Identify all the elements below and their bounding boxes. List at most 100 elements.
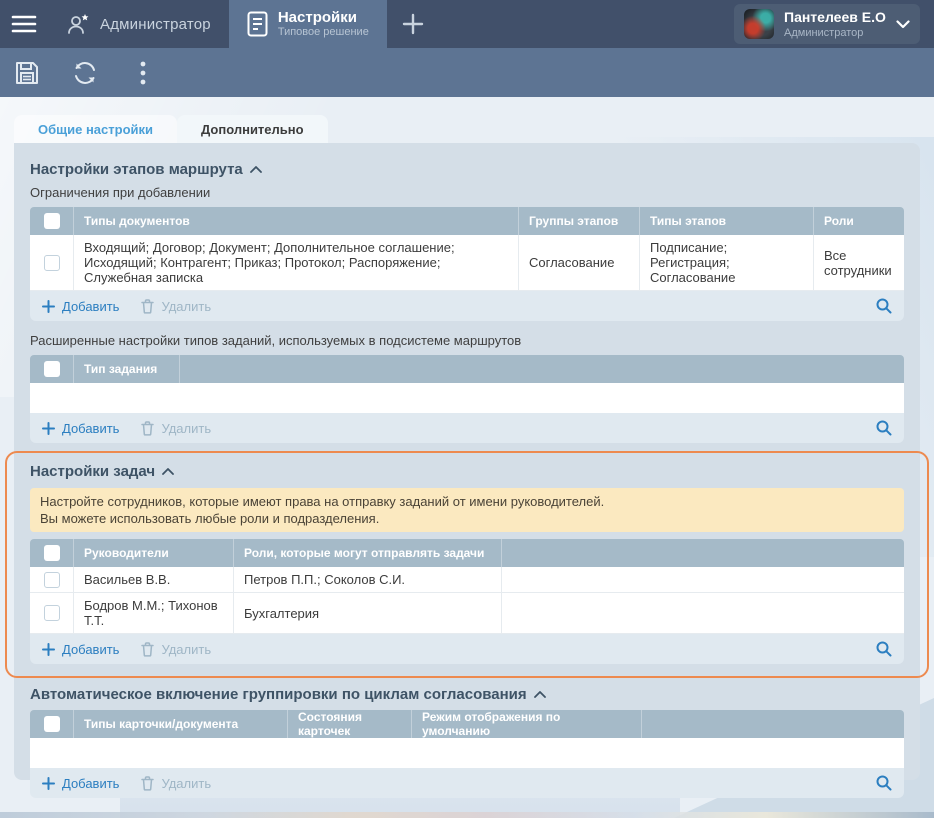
- refresh-button[interactable]: [68, 56, 102, 90]
- tab-general-settings[interactable]: Общие настройки: [14, 115, 177, 143]
- new-tab-button[interactable]: [387, 0, 439, 48]
- empty-table-body[interactable]: [30, 738, 904, 768]
- document-icon: [247, 11, 268, 37]
- save-button[interactable]: [10, 56, 44, 90]
- delete-button[interactable]: Удалить: [141, 421, 211, 436]
- table-footer: Добавить Удалить: [30, 768, 904, 798]
- select-all-checkbox[interactable]: [44, 213, 60, 229]
- plus-icon: [402, 13, 424, 35]
- tab-general-settings-label: Общие настройки: [38, 122, 153, 137]
- column-header: Режим отображения по умолчанию: [412, 710, 642, 738]
- task-types-subtitle: Расширенные настройки типов заданий, исп…: [30, 333, 904, 348]
- add-button[interactable]: Добавить: [42, 299, 119, 314]
- bottom-edge-strip: [0, 812, 934, 818]
- tasks-notice-line2: Вы можете использовать любые роли и подр…: [40, 510, 894, 527]
- search-button[interactable]: [876, 420, 892, 436]
- cell-empty: [502, 567, 904, 592]
- column-header: Типы документов: [74, 207, 519, 235]
- trash-icon: [141, 776, 154, 791]
- row-checkbox[interactable]: [44, 572, 60, 588]
- plus-icon: [42, 777, 55, 790]
- column-header: Типы этапов: [640, 207, 814, 235]
- table-header-row: Типы документов Группы этапов Типы этапо…: [30, 207, 904, 235]
- delete-button-label: Удалить: [161, 642, 211, 657]
- table-footer: Добавить Удалить: [30, 413, 904, 443]
- delete-button-label: Удалить: [161, 776, 211, 791]
- section-route-stages-header[interactable]: Настройки этапов маршрута: [30, 161, 904, 178]
- cell-stage-types: Подписание; Регистрация; Согласование: [640, 235, 814, 290]
- top-bar: Администратор Настройки Типовое решение …: [0, 0, 934, 48]
- select-all-checkbox[interactable]: [44, 545, 60, 561]
- column-header: Состояния карточек: [288, 710, 412, 738]
- add-button[interactable]: Добавить: [42, 642, 119, 657]
- person-star-icon: [66, 12, 90, 36]
- delete-button[interactable]: Удалить: [141, 642, 211, 657]
- column-header: Типы карточки/документа: [74, 710, 288, 738]
- section-route-stages-title: Настройки этапов маршрута: [30, 161, 243, 178]
- tab-administrator-label: Администратор: [100, 16, 211, 33]
- section-grouping-title: Автоматическое включение группировки по …: [30, 686, 527, 703]
- chevron-down-icon: [896, 20, 910, 29]
- cell-roles: Петров П.П.; Соколов С.И.: [234, 567, 502, 592]
- tab-additional[interactable]: Дополнительно: [177, 115, 328, 143]
- add-button-label: Добавить: [62, 776, 119, 791]
- search-button[interactable]: [876, 298, 892, 314]
- select-all-checkbox[interactable]: [44, 716, 60, 732]
- restrictions-table: Типы документов Группы этапов Типы этапо…: [30, 207, 904, 321]
- delete-button-label: Удалить: [161, 299, 211, 314]
- row-checkbox[interactable]: [44, 255, 60, 271]
- add-button[interactable]: Добавить: [42, 421, 119, 436]
- header-checkbox-cell: [30, 355, 74, 383]
- tasks-notice-line1: Настройте сотрудников, которые имеют пра…: [40, 493, 894, 510]
- row-checkbox[interactable]: [44, 605, 60, 621]
- plus-icon: [42, 643, 55, 656]
- add-button-label: Добавить: [62, 299, 119, 314]
- hamburger-icon: [11, 14, 37, 34]
- section-route-stages: Настройки этапов маршрута Ограничения пр…: [14, 161, 920, 443]
- row-checkbox-cell: [30, 567, 74, 592]
- settings-panel: Настройки этапов маршрута Ограничения пр…: [14, 143, 920, 780]
- tab-administrator[interactable]: Администратор: [48, 0, 229, 48]
- cell-managers: Васильев В.В.: [74, 567, 234, 592]
- table-row[interactable]: Входящий; Договор; Документ; Дополнитель…: [30, 235, 904, 291]
- column-header: Руководители: [74, 539, 234, 567]
- collapse-chevron-up-icon[interactable]: [534, 691, 546, 698]
- delete-button[interactable]: Удалить: [141, 776, 211, 791]
- user-menu[interactable]: Пантелеев Е.О Администратор: [734, 4, 920, 44]
- table-row[interactable]: Бодров М.М.; Тихонов Т.Т. Бухгалтерия: [30, 593, 904, 634]
- search-icon: [876, 298, 892, 314]
- cell-stage-groups: Согласование: [519, 235, 640, 290]
- column-header: Роли, которые могут отправлять задачи: [234, 539, 502, 567]
- add-button-label: Добавить: [62, 642, 119, 657]
- column-header-empty: [642, 710, 904, 738]
- vertical-dots-icon: [140, 61, 146, 85]
- select-all-checkbox[interactable]: [44, 361, 60, 377]
- cell-document-types: Входящий; Договор; Документ; Дополнитель…: [74, 235, 519, 290]
- avatar: [744, 9, 774, 39]
- search-button[interactable]: [876, 775, 892, 791]
- user-role: Администратор: [784, 26, 886, 40]
- search-button[interactable]: [876, 641, 892, 657]
- hamburger-menu-button[interactable]: [0, 0, 48, 48]
- collapse-chevron-up-icon[interactable]: [162, 468, 174, 475]
- section-tasks-header[interactable]: Настройки задач: [30, 463, 904, 480]
- table-row[interactable]: Васильев В.В. Петров П.П.; Соколов С.И.: [30, 567, 904, 593]
- section-grouping-header[interactable]: Автоматическое включение группировки по …: [30, 686, 904, 703]
- refresh-icon: [71, 60, 99, 86]
- settings-page-tabs: Общие настройки Дополнительно: [14, 115, 328, 143]
- restrictions-subtitle: Ограничения при добавлении: [30, 185, 904, 200]
- cell-managers: Бодров М.М.; Тихонов Т.Т.: [74, 593, 234, 633]
- collapse-chevron-up-icon[interactable]: [250, 166, 262, 173]
- plus-icon: [42, 422, 55, 435]
- delete-button[interactable]: Удалить: [141, 299, 211, 314]
- empty-table-body[interactable]: [30, 383, 904, 413]
- tab-settings[interactable]: Настройки Типовое решение: [229, 0, 387, 48]
- cell-roles: Бухгалтерия: [234, 593, 502, 633]
- add-button[interactable]: Добавить: [42, 776, 119, 791]
- table-footer: Добавить Удалить: [30, 291, 904, 321]
- more-actions-button[interactable]: [126, 56, 160, 90]
- content-area: Общие настройки Дополнительно Настройки …: [0, 97, 934, 818]
- header-checkbox-cell: [30, 207, 74, 235]
- search-icon: [876, 641, 892, 657]
- trash-icon: [141, 642, 154, 657]
